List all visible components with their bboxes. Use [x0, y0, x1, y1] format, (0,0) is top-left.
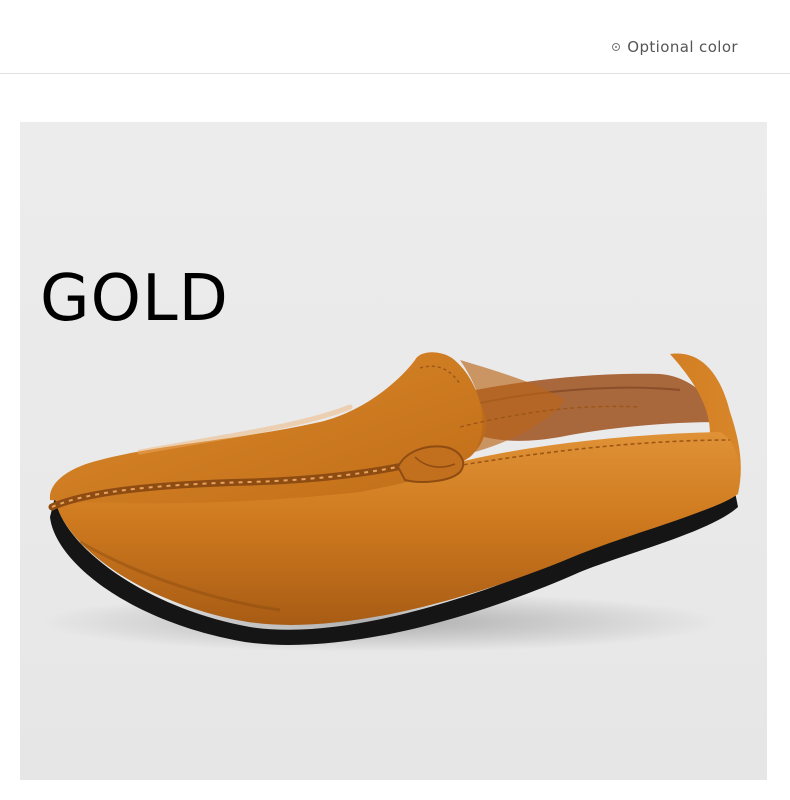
product-photo: GOLD: [20, 122, 767, 780]
bullet-icon: [612, 43, 621, 51]
optional-color-label: Optional color: [627, 38, 738, 56]
header: Optional color: [0, 0, 790, 73]
optional-color-heading: Optional color: [612, 38, 738, 56]
product-color-page: Optional color GOLD: [0, 0, 790, 800]
loafer-shoe-image: [40, 352, 741, 652]
header-divider: [0, 73, 790, 74]
